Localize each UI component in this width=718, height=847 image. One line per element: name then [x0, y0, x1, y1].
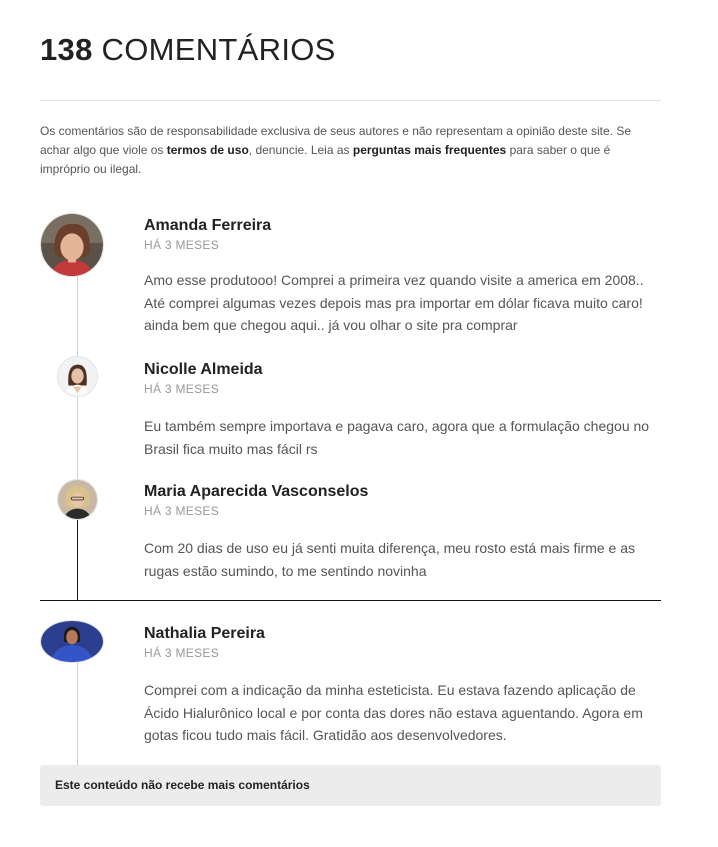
header-divider — [40, 100, 661, 101]
avatar-nathalia — [40, 620, 104, 663]
thread-line — [77, 270, 78, 362]
comment-text: Comprei com a indicação da minha estetic… — [144, 682, 643, 743]
terms-link[interactable]: termos de uso — [167, 143, 249, 157]
section-divider — [40, 600, 661, 601]
avatar-amanda — [40, 213, 104, 277]
woman-photo-avatar-icon — [58, 357, 97, 396]
faq-link[interactable]: perguntas mais frequentes — [353, 143, 506, 157]
comment-date: HÁ 3 MESES — [144, 382, 220, 396]
comment-count: 138 — [40, 32, 93, 67]
comment-text: Eu também sempre importava e pagava caro… — [144, 418, 650, 457]
woman-photo-avatar-icon — [41, 214, 103, 276]
avatar-maria — [57, 479, 98, 520]
comment-date: HÁ 3 MESES — [144, 504, 220, 518]
thread-line — [77, 660, 78, 765]
comment-author[interactable]: Amanda Ferreira — [144, 216, 271, 236]
comment-date: HÁ 3 MESES — [144, 646, 220, 660]
comments-heading: COMENTÁRIOS — [101, 32, 336, 67]
woman-photo-avatar-icon — [58, 480, 97, 519]
thread-line — [77, 394, 78, 482]
woman-photo-avatar-icon — [41, 621, 103, 662]
comment-author[interactable]: Nicolle Almeida — [144, 360, 263, 380]
avatar-nicolle — [57, 356, 98, 397]
comment-author[interactable]: Nathalia Pereira — [144, 624, 265, 644]
page-title: 138 COMENTÁRIOS — [40, 30, 336, 70]
comment-text: Com 20 dias de uso eu já senti muita dif… — [144, 540, 636, 579]
comment-date: HÁ 3 MESES — [144, 238, 220, 252]
disclaimer-text: , denuncie. Leia as — [248, 143, 353, 157]
comment-author[interactable]: Maria Aparecida Vasconselos — [144, 482, 368, 502]
thread-line-active — [77, 520, 78, 600]
comment-text: Amo esse produtooo! Comprei a primeira v… — [144, 272, 644, 333]
disclaimer: Os comentários são de responsabilidade e… — [40, 122, 650, 179]
comments-closed-notice: Este conteúdo não recebe mais comentário… — [40, 765, 661, 806]
